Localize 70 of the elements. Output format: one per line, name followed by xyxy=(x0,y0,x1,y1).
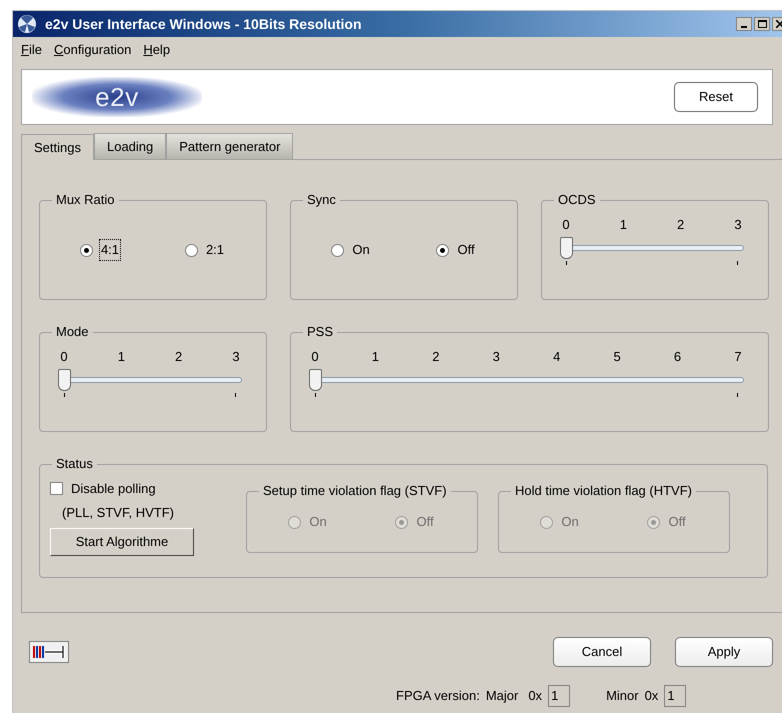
start-algorithme-button[interactable]: Start Algorithme xyxy=(50,528,194,556)
tab[interactable]: Loading xyxy=(94,133,166,159)
radio-label: 2:1 xyxy=(204,241,226,260)
footer-button[interactable]: Cancel xyxy=(553,637,651,667)
logo: e2v xyxy=(32,77,202,117)
footer-button[interactable]: Apply xyxy=(675,637,773,667)
group-title: Hold time violation flag (HTVF) xyxy=(511,483,696,499)
tick-label: 0 xyxy=(59,348,69,366)
tick-label: 2 xyxy=(676,216,686,234)
tick-label: 3 xyxy=(733,216,743,234)
radio-label: On xyxy=(308,513,328,532)
group-title: Setup time violation flag (STVF) xyxy=(259,483,451,499)
reset-button[interactable]: Reset xyxy=(674,82,758,112)
polling-note: (PLL, STVF, HVTF) xyxy=(62,504,175,522)
tick-label: 0 xyxy=(561,216,571,234)
menu-item[interactable]: Configuration xyxy=(54,40,132,60)
tick-label: 7 xyxy=(733,348,743,366)
radio-button[interactable] xyxy=(331,244,344,256)
checkbox-label: Disable polling xyxy=(71,480,156,498)
slider[interactable] xyxy=(58,368,242,390)
slider-thumb[interactable] xyxy=(560,236,573,258)
menu-item[interactable]: Help xyxy=(143,40,170,60)
radio-label: Off xyxy=(456,241,476,260)
tick-label: 1 xyxy=(116,348,126,366)
tick-label: 1 xyxy=(370,348,380,366)
close-icon xyxy=(776,20,782,28)
window-title: e2v User Interface Windows - 10Bits Resolution xyxy=(45,14,362,34)
tick-label: 3 xyxy=(231,348,241,366)
tick-mark xyxy=(235,392,236,396)
hex-prefix: 0x xyxy=(644,687,658,706)
tick-mark xyxy=(737,392,738,396)
fpga-version-label: FPGA version: xyxy=(396,687,480,706)
major-label: Major xyxy=(486,687,518,706)
minor-label: Minor xyxy=(606,687,639,706)
tick-label: 3 xyxy=(492,348,501,366)
tick-label: 6 xyxy=(672,348,682,366)
tick-mark xyxy=(315,392,316,396)
tick-label: 5 xyxy=(612,348,622,366)
menu-item[interactable]: File xyxy=(21,40,42,60)
slider-thumb[interactable] xyxy=(58,368,71,390)
tick-label: 2 xyxy=(431,348,440,366)
tick-label: 1 xyxy=(618,216,628,234)
slider[interactable] xyxy=(560,236,744,258)
tab[interactable]: Pattern generator xyxy=(166,133,294,159)
minimize-button[interactable] xyxy=(736,17,752,31)
radio-label: Off xyxy=(667,513,687,532)
slider[interactable] xyxy=(309,368,744,390)
radio-label: On xyxy=(351,241,371,260)
slider-thumb[interactable] xyxy=(309,368,322,390)
tick-label: 0 xyxy=(310,348,320,366)
radio-label: 4:1 xyxy=(98,239,122,261)
radio-button[interactable] xyxy=(80,244,93,256)
group-title: Sync xyxy=(303,192,340,208)
radio-button[interactable] xyxy=(436,244,450,256)
tab[interactable]: Settings xyxy=(21,134,94,160)
tick-label: 4 xyxy=(552,348,562,366)
maximize-button[interactable] xyxy=(754,17,770,31)
bar-chart-icon xyxy=(29,641,69,663)
minor-field[interactable]: 1 xyxy=(664,685,686,707)
hex-prefix: 0x xyxy=(528,687,542,706)
tick-label: 2 xyxy=(174,348,184,366)
radio-label: Off xyxy=(415,513,435,532)
tick-mark xyxy=(566,260,567,264)
tick-mark xyxy=(64,392,65,396)
app-icon xyxy=(17,14,37,34)
major-field[interactable]: 1 xyxy=(548,685,570,707)
tick-mark xyxy=(737,260,738,264)
checkbox[interactable] xyxy=(50,482,63,496)
radio-button[interactable] xyxy=(184,244,198,256)
radio-label: On xyxy=(560,513,580,532)
